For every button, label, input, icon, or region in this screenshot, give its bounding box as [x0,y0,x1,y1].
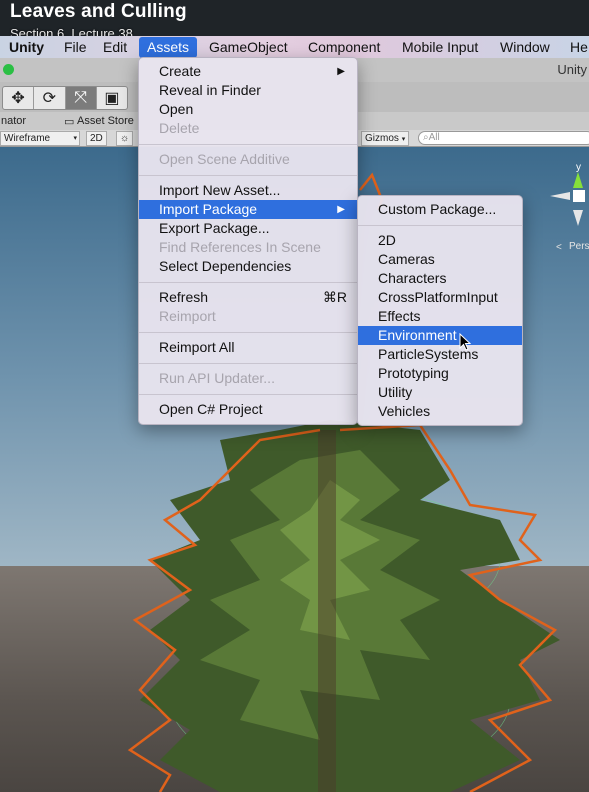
rect-tool-icon[interactable]: ▣ [97,87,127,109]
menu-mobile-input[interactable]: Mobile Input [402,38,478,58]
menu-separator [139,175,357,176]
shading-mode-value: Wireframe [4,133,51,144]
window-title: Unity [557,62,587,77]
projection-label[interactable]: Pers [569,241,589,252]
menu-item-label: Create [159,63,202,79]
gizmos-label: Gizmos [365,133,399,144]
asset-store-icon: ▭ [64,116,75,128]
toggle-2d-button[interactable]: 2D [86,131,107,146]
search-placeholder: All [428,132,440,143]
mouse-cursor-icon [459,333,471,351]
scene-search-input[interactable]: ⌕All [418,131,589,145]
menu-item-import-new-asset[interactable]: Import New Asset... [139,181,357,200]
tab-asset-store[interactable]: Asset Store [77,115,134,127]
menu-file[interactable]: File [64,38,87,58]
import-package-submenu: Custom Package... 2D Cameras Characters … [357,195,523,426]
package-crossplatforminput[interactable]: CrossPlatformInput [358,288,522,307]
menu-item-export-package[interactable]: Export Package... [139,219,357,238]
shortcut-label: ⌘R [322,289,347,305]
menu-separator [358,225,522,226]
menu-item-open-csharp-project[interactable]: Open C# Project [139,400,357,419]
menu-item-reimport-all[interactable]: Reimport All [139,338,357,357]
rotate-tool-icon[interactable]: ⟳ [34,87,66,109]
menu-gameobject[interactable]: GameObject [209,38,288,58]
package-particlesystems[interactable]: ParticleSystems [358,345,522,364]
menu-separator [139,394,357,395]
menu-item-run-api-updater: Run API Updater... [159,370,275,386]
menu-item-label: Import Package [159,201,258,217]
menu-separator [139,282,357,283]
submenu-arrow-icon: ▶ [337,66,345,77]
video-title: Leaves and Culling [10,1,187,22]
shading-mode-dropdown[interactable]: Wireframe ▾ [0,131,80,146]
scale-tool-icon[interactable]: ⤧ [65,87,97,109]
tab-animator[interactable]: nator [1,115,26,127]
chevron-down-icon: ▾ [73,135,77,142]
lighting-toggle-icon[interactable]: ☼ [116,131,134,146]
menu-item-open[interactable]: Open [139,100,357,119]
package-vehicles[interactable]: Vehicles [358,402,522,421]
menu-item-select-dependencies[interactable]: Select Dependencies [139,257,357,276]
menu-separator [139,332,357,333]
menu-item-import-package[interactable]: Import Package ▶ [139,200,357,219]
menu-item-custom-package[interactable]: Custom Package... [358,200,522,219]
menu-edit[interactable]: Edit [103,38,127,58]
menu-item-refresh[interactable]: Refresh ⌘R [139,288,357,307]
window-zoom-button[interactable] [3,64,14,75]
transform-tools: ✥ ⟳ ⤧ ▣ [2,86,128,110]
submenu-arrow-icon: ▶ [337,204,345,215]
package-prototyping[interactable]: Prototyping [358,364,522,383]
menu-separator [139,144,357,145]
package-characters[interactable]: Characters [358,269,522,288]
svg-text:<: < [556,242,562,253]
package-2d[interactable]: 2D [358,231,522,250]
menu-separator [139,363,357,364]
package-cameras[interactable]: Cameras [358,250,522,269]
assets-menu: Create ▶ Reveal in Finder Open Delete Op… [138,57,358,425]
menu-item-label: Refresh [159,289,209,305]
menu-item-delete: Delete [159,120,200,136]
svg-text:y: y [576,162,581,173]
menu-item-find-references: Find References In Scene [159,239,321,255]
menu-item-create[interactable]: Create ▶ [139,62,357,81]
menu-help[interactable]: He [570,38,588,58]
package-effects[interactable]: Effects [358,307,522,326]
gizmos-dropdown[interactable]: Gizmos ▾ [361,131,410,146]
menu-item-open-scene-additive: Open Scene Additive [159,151,290,167]
chevron-down-icon: ▾ [401,136,406,143]
menu-component[interactable]: Component [308,38,380,58]
video-header: Leaves and Culling Section 6, Lecture 38 [0,0,589,41]
menu-bar: Unity File Edit Assets GameObject Compon… [0,36,589,58]
package-environment[interactable]: Environment [358,326,522,345]
move-tool-icon[interactable]: ✥ [3,87,35,109]
menu-unity[interactable]: Unity [9,38,44,58]
menu-item-reveal-in-finder[interactable]: Reveal in Finder [139,81,357,100]
package-utility[interactable]: Utility [358,383,522,402]
menu-window[interactable]: Window [500,38,550,58]
menu-assets[interactable]: Assets [139,37,198,58]
menu-item-reimport: Reimport [159,308,216,324]
